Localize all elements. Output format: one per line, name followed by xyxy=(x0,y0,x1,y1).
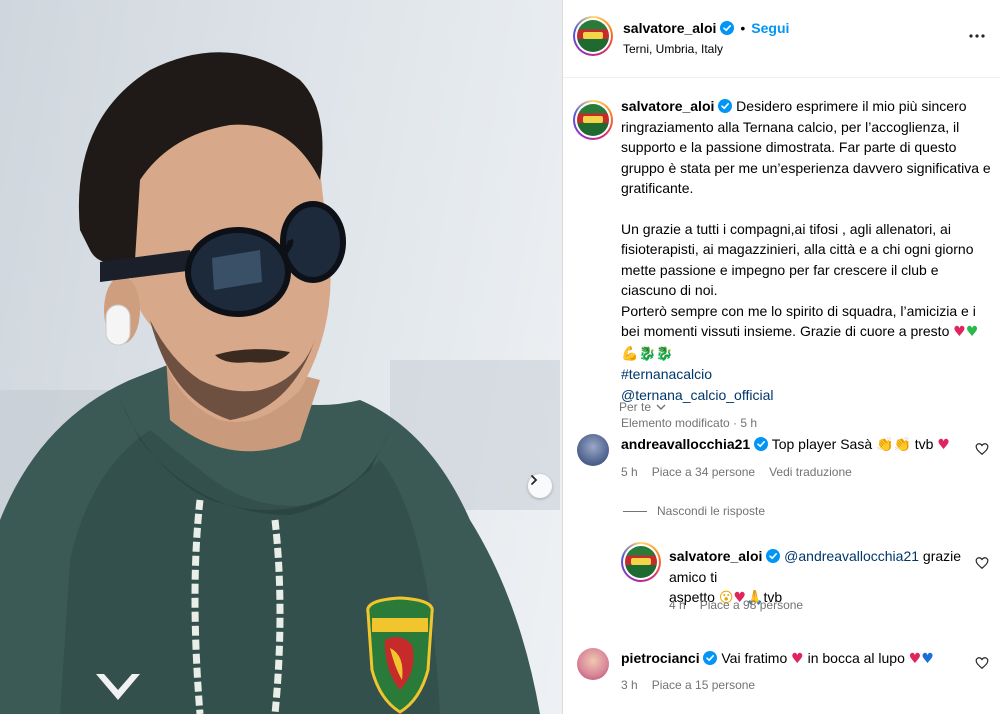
reply-meta: 4 h Piace a 98 persone xyxy=(669,598,803,612)
reply-avatar[interactable] xyxy=(621,542,661,582)
caption-username[interactable]: salvatore_aloi xyxy=(621,98,714,114)
heart-emoji-icon: ♥ xyxy=(791,651,804,667)
for-you-label: Per te xyxy=(619,400,652,414)
post-side-panel: salvatore_aloi • Segui Terni, Umbria, It… xyxy=(562,0,1000,714)
author-username[interactable]: salvatore_aloi xyxy=(623,20,716,36)
comment-tail: in bocca al lupo xyxy=(807,650,905,666)
author-row: salvatore_aloi • Segui xyxy=(623,20,789,36)
like-heart-icon[interactable] xyxy=(975,556,989,570)
comment-likes[interactable]: Piace a 34 persone xyxy=(652,465,755,479)
verified-badge-icon xyxy=(703,651,718,665)
comment-text: Vai fratimo xyxy=(721,650,788,666)
commenter-avatar[interactable] xyxy=(577,648,609,680)
verified-badge-icon xyxy=(754,437,769,451)
post-location[interactable]: Terni, Umbria, Italy xyxy=(623,42,723,56)
commenter-username[interactable]: andreavallocchia21 xyxy=(621,436,750,452)
chevron-right-icon xyxy=(531,475,538,485)
verified-badge-icon xyxy=(720,21,735,35)
hide-replies-button[interactable]: Nascondi le risposte xyxy=(623,504,765,518)
heart-emojis: ♥♥ xyxy=(908,651,934,667)
post-caption: salvatore_aloi Desidero esprimere il mio… xyxy=(563,96,1000,434)
comment-text: Top player Sasà xyxy=(771,436,873,452)
commenter-username[interactable]: pietrocianci xyxy=(621,650,700,666)
replies-divider xyxy=(623,510,647,512)
caption-meta: Elemento modificato · 5 h xyxy=(621,416,758,430)
follow-button[interactable]: Segui xyxy=(751,20,789,36)
hashtag-link[interactable]: #ternanacalcio xyxy=(621,364,993,385)
reply-mention[interactable]: @andreavallocchia21 xyxy=(784,548,919,564)
caption-avatar[interactable] xyxy=(573,100,613,140)
comment-meta: 3 h Piace a 15 persone xyxy=(621,678,755,692)
caption-body: salvatore_aloi Desidero esprimere il mio… xyxy=(621,96,993,434)
verified-badge-icon xyxy=(718,99,733,113)
chevron-down-icon xyxy=(656,404,666,410)
reply-likes[interactable]: Piace a 98 persone xyxy=(700,598,803,612)
caption-paragraph-3: Porterò sempre con me lo spirito di squa… xyxy=(621,302,976,340)
reply-time[interactable]: 4 h xyxy=(669,598,686,612)
see-translation-button[interactable]: Vedi traduzione xyxy=(769,465,852,479)
comment-time[interactable]: 3 h xyxy=(621,678,638,692)
player-portrait xyxy=(0,52,560,714)
comment-time[interactable]: 5 h xyxy=(621,465,638,479)
separator-dot: • xyxy=(740,20,746,36)
reply-username[interactable]: salvatore_aloi xyxy=(669,548,762,564)
clap-emoji-icon: 👏👏 xyxy=(876,437,911,453)
author-avatar[interactable] xyxy=(573,16,613,56)
hide-replies-label: Nascondi le risposte xyxy=(657,504,766,518)
more-options-icon[interactable] xyxy=(967,26,987,46)
like-heart-icon[interactable] xyxy=(975,656,989,670)
carousel-next-button[interactable] xyxy=(528,474,552,498)
commenter-avatar[interactable] xyxy=(577,434,609,466)
comment-meta: 5 h Piace a 34 persone Vedi traduzione xyxy=(621,465,852,479)
comment-likes[interactable]: Piace a 15 persone xyxy=(652,678,755,692)
comment-tail: tvb xyxy=(914,436,934,452)
heart-emoji-icon: ♥ xyxy=(937,437,950,453)
for-you-toggle[interactable]: Per te xyxy=(619,400,667,414)
mention-link[interactable]: @ternana_calcio_official xyxy=(621,385,993,406)
verified-badge-icon xyxy=(766,549,781,563)
post-image xyxy=(0,0,562,714)
post-header: salvatore_aloi • Segui Terni, Umbria, It… xyxy=(563,0,1000,78)
like-heart-icon[interactable] xyxy=(975,442,989,456)
caption-paragraph-2: Un grazie a tutti i compagni,ai tifosi ,… xyxy=(621,220,974,299)
